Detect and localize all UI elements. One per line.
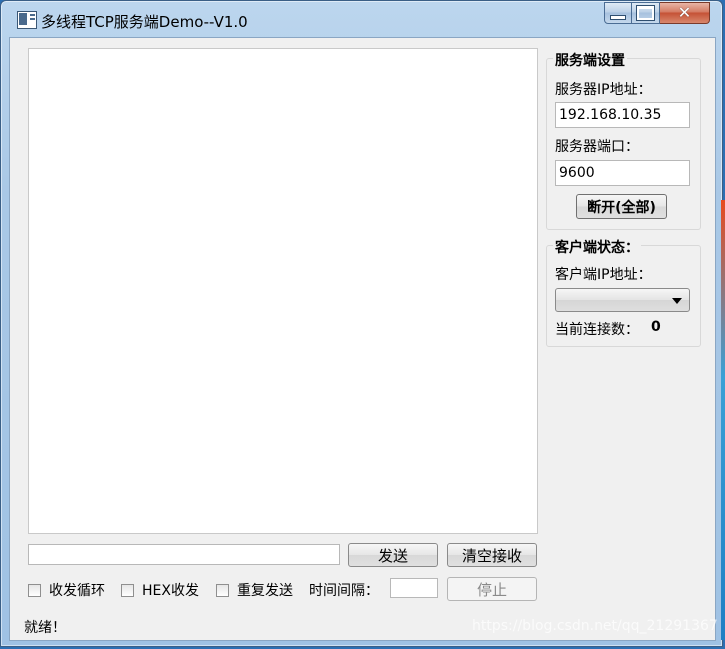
disconnect-all-button[interactable]: 断开(全部) [576, 194, 667, 219]
app-icon [17, 11, 37, 29]
close-icon: ✕ [677, 3, 692, 22]
stop-button[interactable]: 停止 [447, 577, 537, 601]
minimize-icon [610, 14, 626, 20]
repeat-label: 重复发送 [237, 583, 293, 599]
hex-label: HEX收发 [142, 583, 199, 599]
window-title: 多线程TCP服务端Demo--V1.0 [41, 13, 248, 31]
server-port-label: 服务器端口： [555, 139, 639, 155]
client-ip-select[interactable] [555, 288, 690, 312]
maximize-icon [636, 5, 655, 21]
title-bar[interactable]: 多线程TCP服务端Demo--V1.0 ✕ [1, 1, 722, 37]
chevron-down-icon[interactable] [672, 298, 682, 304]
repeat-checkbox-row[interactable]: 重复发送 [216, 580, 293, 600]
receive-text-area[interactable] [28, 48, 538, 534]
interval-label: 时间间隔： [309, 583, 379, 599]
client-area: 发送 清空接收 收发循环 HEX收发 重复发送 时间间隔： 停止 服务端设置 服… [9, 37, 716, 641]
hex-checkbox[interactable] [121, 583, 134, 597]
server-ip-input[interactable]: 192.168.10.35 [555, 102, 690, 128]
client-group-title: 客户端状态： [553, 237, 641, 257]
watermark-text: https://blog.csdn.net/qq_21291367 [472, 618, 718, 634]
connection-count-value: 0 [651, 319, 661, 335]
loop-checkbox-row[interactable]: 收发循环 [28, 580, 105, 600]
close-button[interactable]: ✕ [660, 2, 710, 24]
repeat-checkbox[interactable] [216, 583, 229, 597]
loop-checkbox[interactable] [28, 583, 41, 597]
client-ip-label: 客户端IP地址： [555, 267, 652, 283]
minimize-button[interactable] [604, 2, 632, 24]
server-ip-label: 服务器IP地址： [555, 82, 652, 98]
connection-count-label: 当前连接数： [555, 322, 639, 338]
send-input[interactable] [28, 544, 340, 565]
app-window: 多线程TCP服务端Demo--V1.0 ✕ 发送 清空接收 收发循环 HEX收发 [0, 0, 723, 647]
loop-label: 收发循环 [49, 583, 105, 599]
interval-input[interactable] [390, 578, 438, 598]
server-group-title: 服务端设置 [553, 50, 627, 70]
maximize-button[interactable] [632, 2, 660, 24]
send-button[interactable]: 发送 [348, 543, 438, 567]
status-bar-text: 就绪！ [24, 620, 66, 636]
clear-receive-button[interactable]: 清空接收 [447, 543, 537, 567]
caption-buttons: ✕ [604, 2, 710, 24]
desktop-background-edge [721, 200, 725, 640]
hex-checkbox-row[interactable]: HEX收发 [121, 580, 199, 600]
server-port-input[interactable]: 9600 [555, 160, 690, 186]
